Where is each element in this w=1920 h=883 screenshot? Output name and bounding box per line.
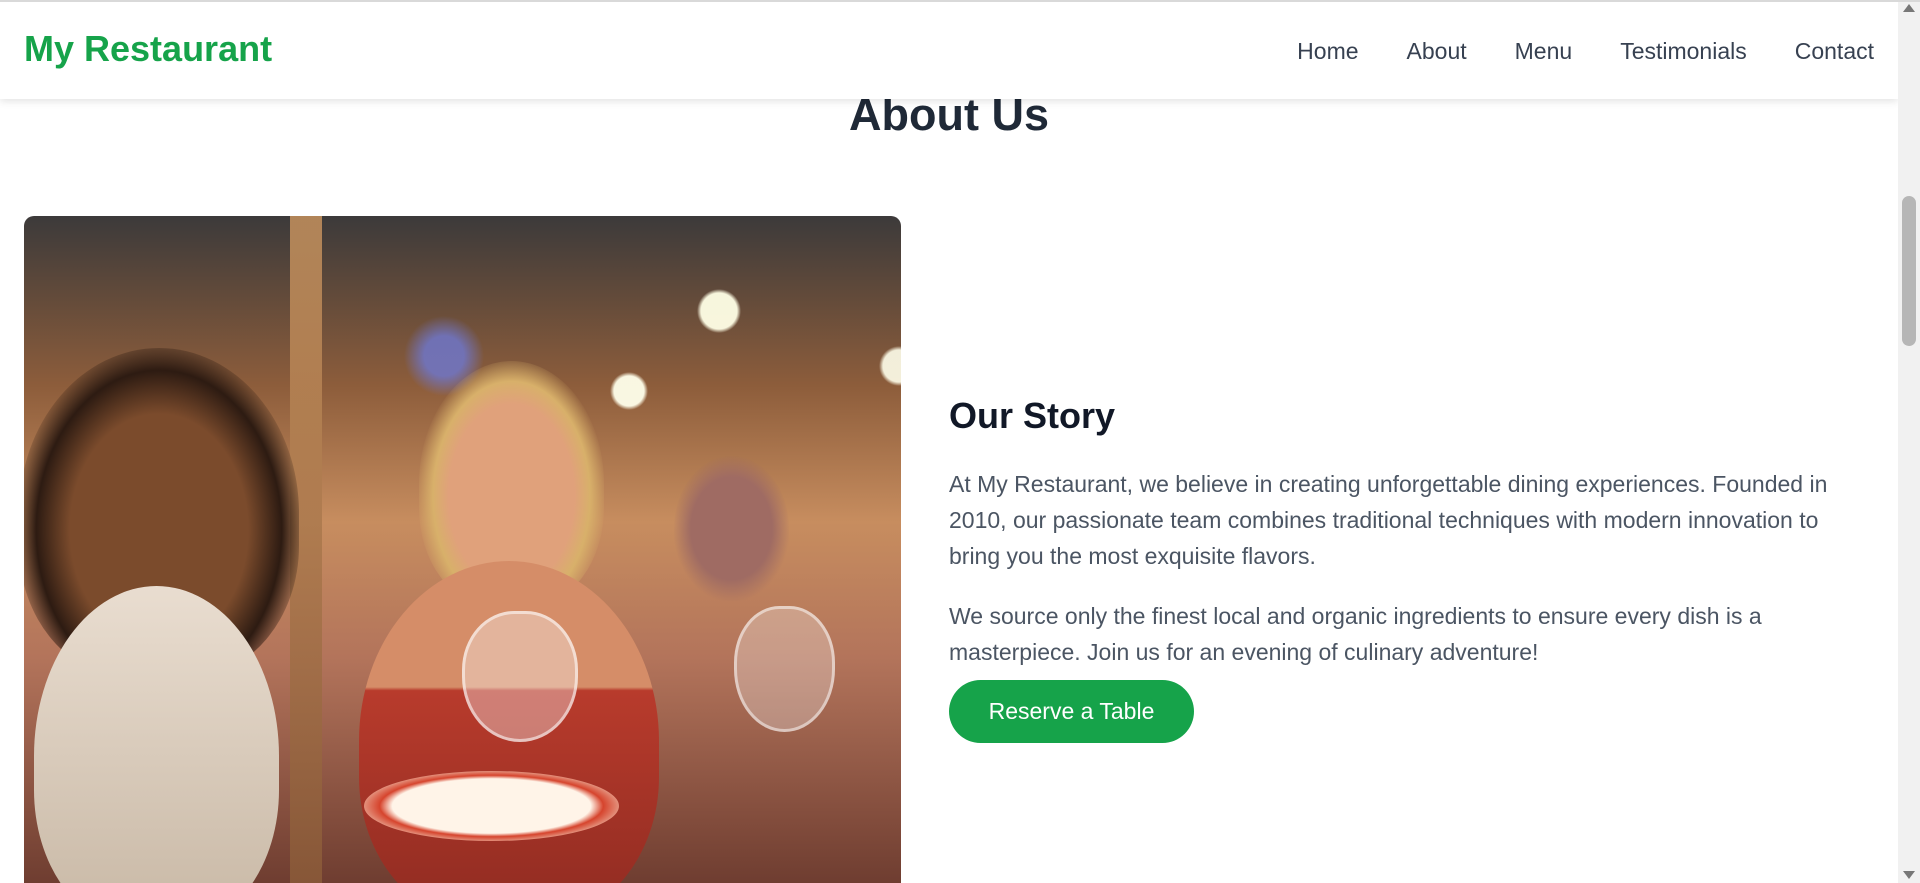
site-logo[interactable]: My Restaurant (24, 28, 272, 70)
photo-wine-glass-left (462, 611, 578, 742)
photo-wine-glass-right (734, 606, 835, 732)
browser-top-border (0, 0, 1920, 2)
photo-background-diner (674, 456, 789, 601)
nav-link-about[interactable]: About (1407, 38, 1467, 65)
story-paragraph-1: At My Restaurant, we believe in creating… (949, 471, 1828, 569)
photo-plate (364, 771, 619, 841)
nav-link-home[interactable]: Home (1297, 38, 1358, 65)
scroll-up-arrow-icon[interactable] (1903, 4, 1915, 12)
page: My Restaurant Home About Menu Testimonia… (0, 0, 1898, 883)
scrollbar-thumb[interactable] (1902, 196, 1916, 346)
nav-links: Home About Menu Testimonials Contact (1297, 38, 1874, 65)
vertical-scrollbar[interactable] (1898, 0, 1920, 883)
story-title: Our Story (949, 395, 1116, 436)
nav-link-contact[interactable]: Contact (1795, 38, 1874, 65)
nav-link-menu[interactable]: Menu (1515, 38, 1573, 65)
nav-link-testimonials[interactable]: Testimonials (1620, 38, 1747, 65)
about-photo (24, 216, 901, 883)
navbar: My Restaurant Home About Menu Testimonia… (0, 2, 1898, 99)
story-paragraph-2: We source only the finest local and orga… (949, 603, 1762, 665)
scroll-down-arrow-icon[interactable] (1903, 871, 1915, 879)
reserve-table-button[interactable]: Reserve a Table (949, 680, 1194, 743)
